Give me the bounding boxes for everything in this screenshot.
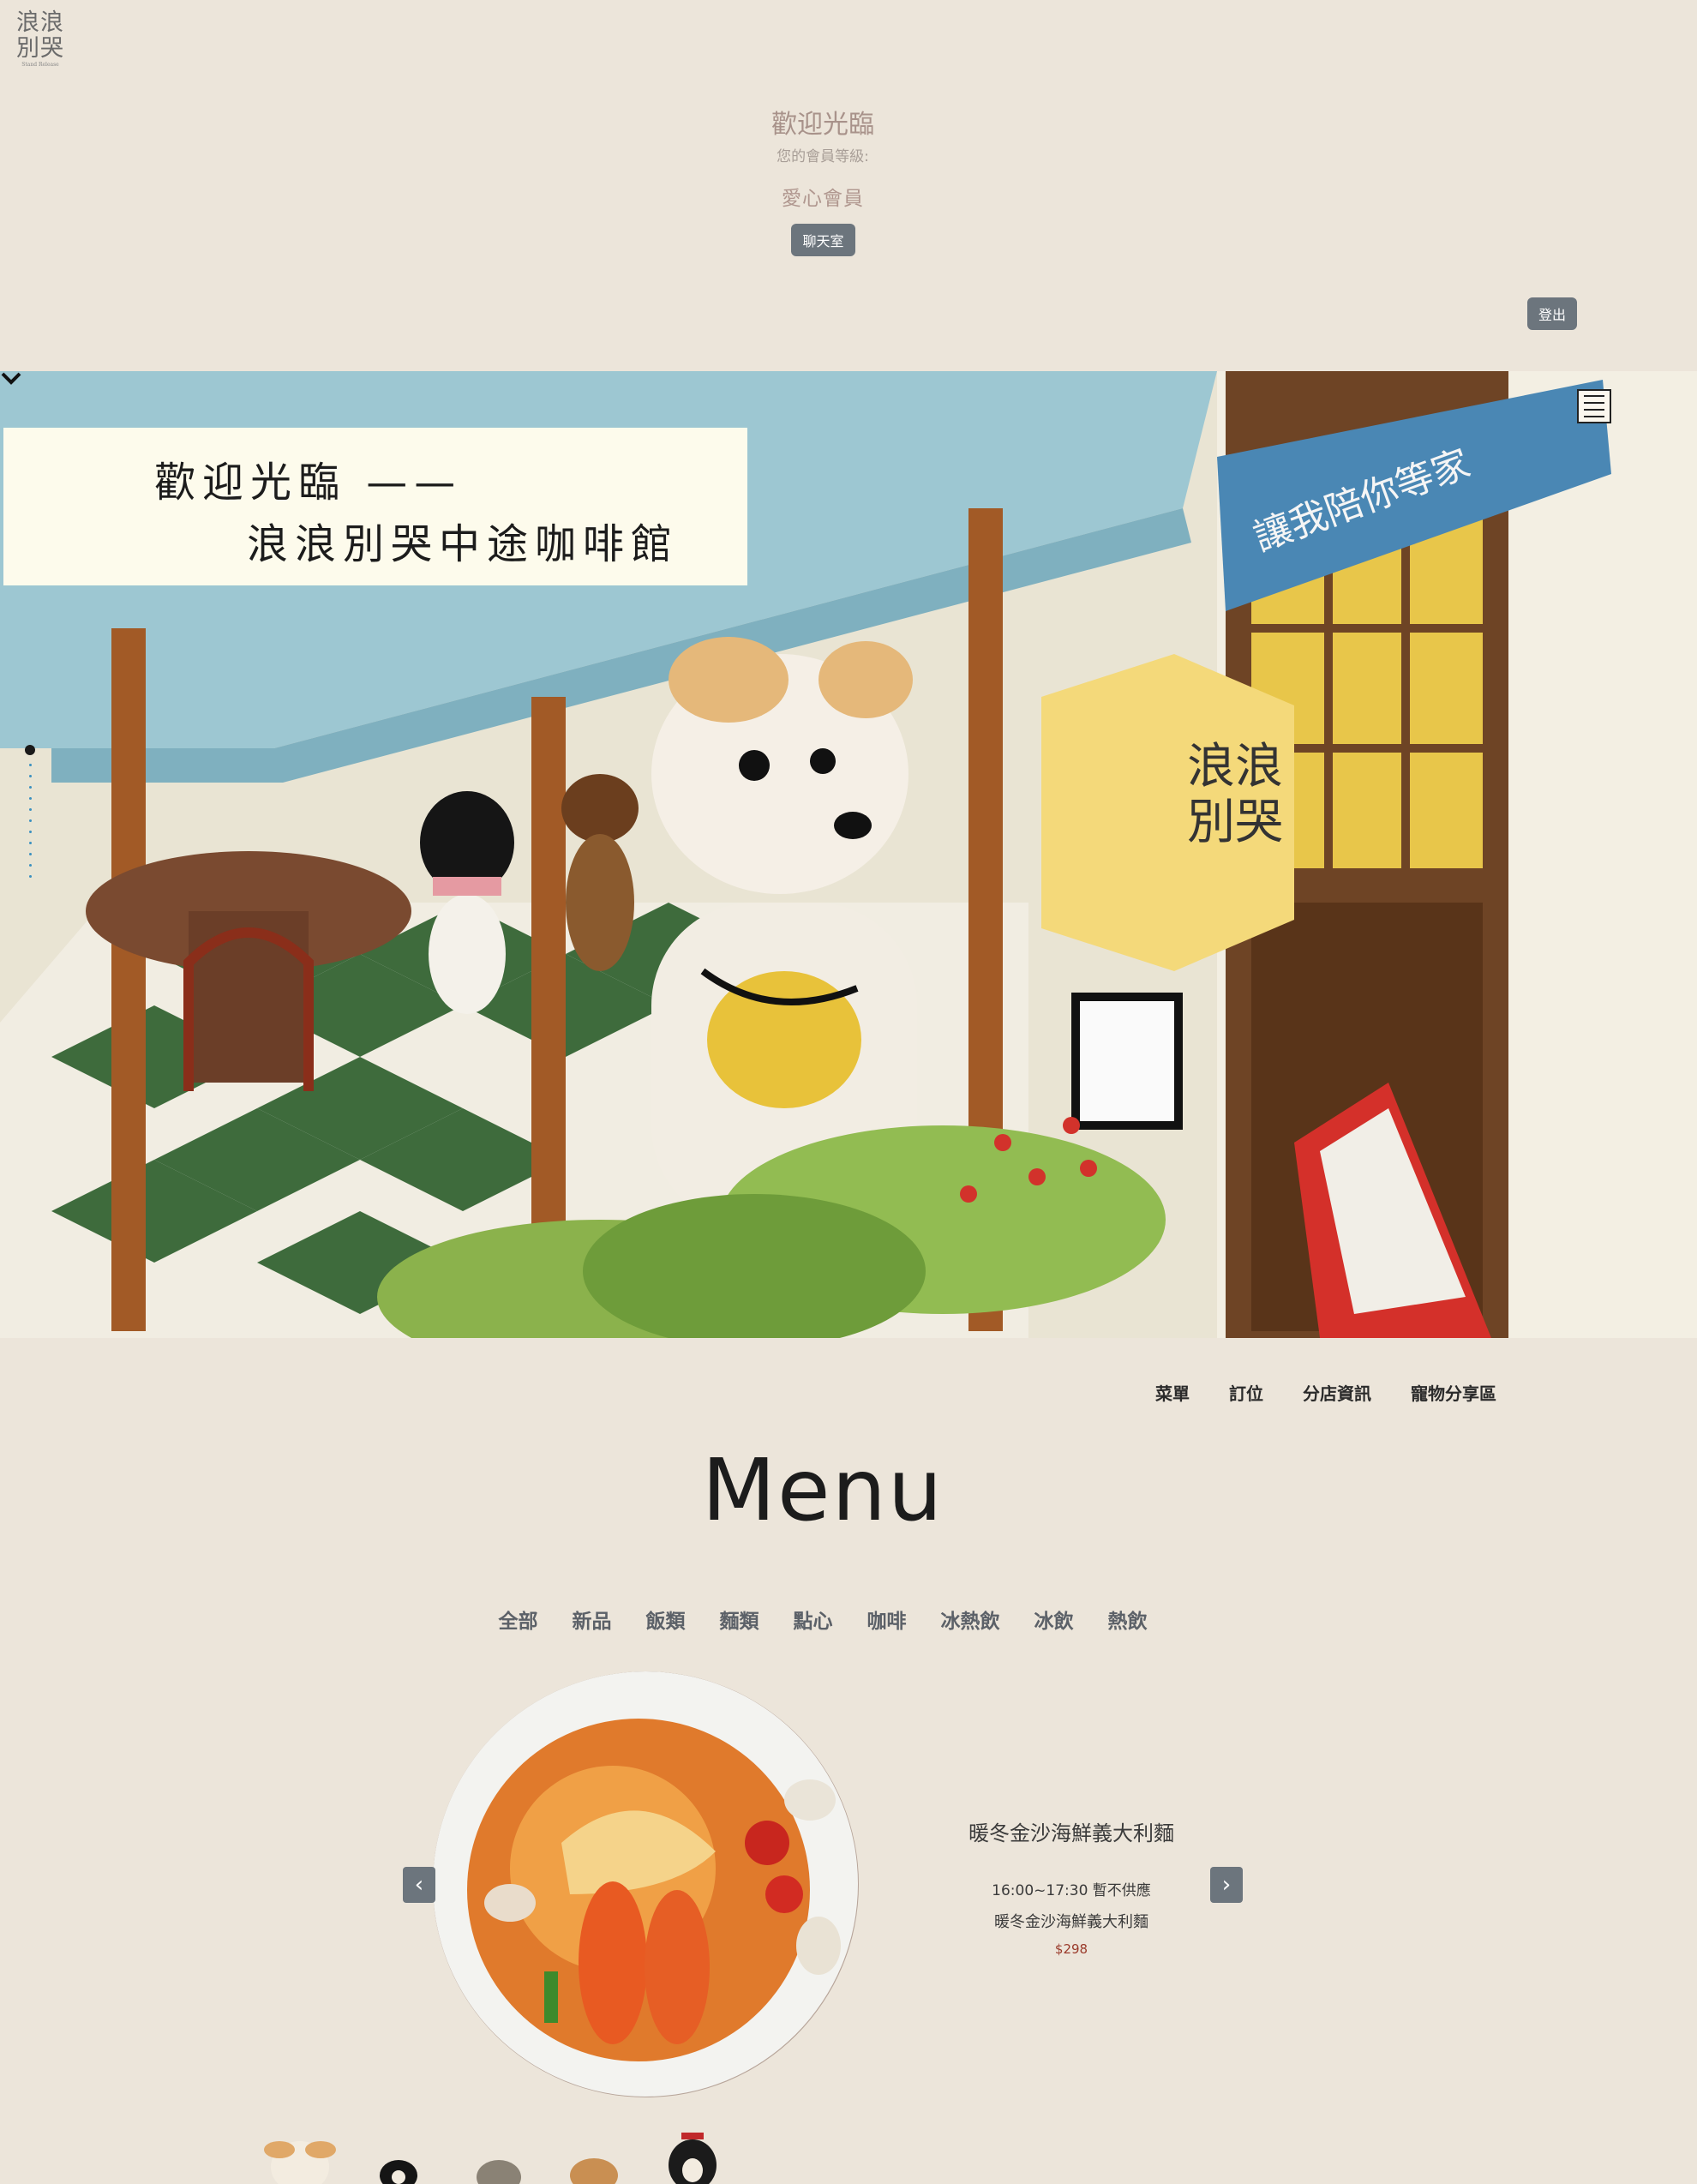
- slide-dot[interactable]: [28, 831, 32, 833]
- main-nav: 菜單 訂位 分店資訊 寵物分享區: [1155, 1380, 1496, 1405]
- tab-new[interactable]: 新品: [573, 1605, 612, 1634]
- member-level: 愛心會員: [782, 188, 864, 210]
- dog-mascot-4: [669, 2133, 717, 2184]
- tab-iced-drinks[interactable]: 冰飲: [1034, 1605, 1074, 1634]
- hero-banner: 讓我陪你等家 浪浪 別哭 歡迎光臨 —— 浪浪別哭中途咖啡館: [0, 371, 1697, 1338]
- slide-dot[interactable]: [28, 797, 32, 800]
- cat-mascot: [477, 2160, 521, 2184]
- site-logo[interactable]: 浪浪 別哭 Stand Release: [14, 10, 67, 69]
- dog-mascot-1: [264, 2141, 336, 2184]
- nav-item-reservation[interactable]: 訂位: [1229, 1380, 1263, 1405]
- logout-button[interactable]: 登出: [1527, 297, 1577, 330]
- hero-title-line2: 浪浪別哭中途咖啡館: [247, 520, 680, 568]
- menu-heading: Menu: [701, 1440, 944, 1540]
- slide-dot-active[interactable]: [25, 745, 35, 755]
- pet-mascots-row: [264, 2133, 717, 2184]
- tab-iced-hot-drinks[interactable]: 冰熱飲: [941, 1605, 1000, 1634]
- member-level-label: 您的會員等級:: [777, 148, 869, 165]
- slide-dot[interactable]: [28, 842, 32, 844]
- menu-category-tabs: 全部 新品 飯類 麵類 點心 咖啡 冰熱飲 冰飲 熱飲: [0, 1605, 1646, 1634]
- dog-mascot-3: [570, 2158, 618, 2184]
- logo-tagline: Stand Release: [21, 62, 59, 68]
- carousel-next-button[interactable]: ›: [1210, 1867, 1243, 1903]
- slide-dot[interactable]: [28, 864, 32, 867]
- logo-line1: 浪浪: [16, 9, 64, 36]
- menu-item-name: 暖冬金沙海鮮義大利麵: [968, 1821, 1174, 1845]
- dog-mascot-2: [380, 2160, 417, 2184]
- chat-room-button[interactable]: 聊天室: [791, 224, 855, 256]
- tab-snacks[interactable]: 點心: [794, 1605, 833, 1634]
- menu-item-description: 暖冬金沙海鮮義大利麵: [994, 1913, 1148, 1931]
- slide-dot[interactable]: [28, 764, 32, 766]
- svg-text:別哭: 別哭: [1187, 795, 1283, 850]
- slide-pagination: [23, 745, 37, 878]
- nav-item-pet-sharing[interactable]: 寵物分享區: [1411, 1380, 1496, 1405]
- tab-noodles[interactable]: 麵類: [720, 1605, 759, 1634]
- hero-title-line1: 歡迎光臨 ——: [154, 459, 463, 507]
- carousel-prev-button[interactable]: ‹: [403, 1867, 435, 1903]
- nav-item-branches[interactable]: 分店資訊: [1303, 1380, 1371, 1405]
- slide-dot[interactable]: [28, 875, 32, 878]
- tab-rice[interactable]: 飯類: [646, 1605, 686, 1634]
- lantern-text: 浪浪: [1187, 739, 1283, 795]
- tab-coffee[interactable]: 咖啡: [867, 1605, 907, 1634]
- welcome-title: 歡迎光臨: [771, 110, 874, 140]
- chevron-down-icon[interactable]: [0, 371, 22, 385]
- slide-dot[interactable]: [28, 819, 32, 822]
- lantern-sign: 浪浪 別哭: [1041, 654, 1294, 971]
- slide-dot[interactable]: [28, 775, 32, 777]
- slide-dot[interactable]: [28, 786, 32, 789]
- slide-dot[interactable]: [28, 808, 32, 811]
- tab-hot-drinks[interactable]: 熱飲: [1108, 1605, 1148, 1634]
- hamburger-menu-icon[interactable]: [1577, 389, 1611, 423]
- dish-image: [433, 1671, 859, 2097]
- slide-dot[interactable]: [28, 853, 32, 855]
- tab-all[interactable]: 全部: [499, 1605, 538, 1634]
- nav-item-menu[interactable]: 菜單: [1155, 1380, 1190, 1405]
- logo-line2: 別哭: [16, 35, 64, 62]
- menu-item-hours: 16:00~17:30 暫不供應: [992, 1882, 1151, 1899]
- menu-item-price: $298: [1054, 1941, 1088, 1957]
